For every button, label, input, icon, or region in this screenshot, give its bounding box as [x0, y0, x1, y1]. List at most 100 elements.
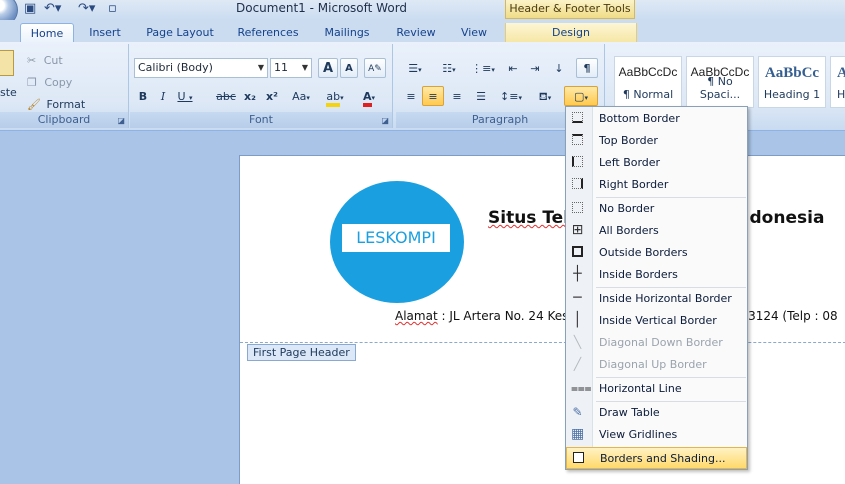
- justify-button[interactable]: ☰: [470, 86, 492, 106]
- chevron-down-icon: ▾: [306, 94, 310, 102]
- decrease-indent-button[interactable]: ⇤: [502, 58, 524, 78]
- text-highlight-button[interactable]: ab▾: [320, 86, 350, 107]
- copy-button[interactable]: ❐ Copy: [26, 72, 86, 92]
- superscript-button[interactable]: x²: [262, 86, 282, 106]
- numbering-icon: ☷: [442, 62, 453, 75]
- tab-design[interactable]: Design: [505, 23, 637, 42]
- menu-item-inside-horizontal-border[interactable]: ─ Inside Horizontal Border: [566, 288, 747, 310]
- tab-review[interactable]: Review: [390, 23, 442, 42]
- menu-item-left-border[interactable]: Left Border: [566, 152, 747, 174]
- dialog-launcher-icon[interactable]: ◪: [381, 116, 389, 125]
- shading-button[interactable]: ⛾▾: [530, 86, 560, 106]
- underline-button[interactable]: U ▾: [174, 86, 196, 106]
- multilevel-list-button[interactable]: ⋮≡▾: [468, 58, 498, 78]
- highlighter-icon: ab: [326, 91, 341, 107]
- font-name-combo[interactable]: Calibri (Body) ▼: [134, 58, 268, 78]
- grow-font-button[interactable]: A: [318, 58, 338, 78]
- sort-button[interactable]: ↓: [548, 58, 570, 78]
- clear-formatting-icon: A✎: [368, 64, 382, 74]
- align-right-icon: ≡: [452, 90, 462, 103]
- style-heading-1[interactable]: AaBbCc Heading 1: [758, 56, 826, 108]
- redo-icon[interactable]: ↷▾: [78, 1, 95, 17]
- tab-insert[interactable]: Insert: [80, 23, 130, 42]
- ribbon-tabs: Home Insert Page Layout References Maili…: [0, 20, 845, 43]
- bullets-button[interactable]: ☰▾: [400, 58, 430, 78]
- menu-item-no-border[interactable]: No Border: [566, 198, 747, 220]
- horizontal-line-icon: ⩶: [571, 381, 592, 395]
- font-group: Calibri (Body) ▼ 11 ▼ A A A✎ B I U ▾ abc x…: [130, 44, 393, 128]
- all-borders-icon: ⊞: [571, 222, 584, 238]
- bold-button[interactable]: B: [134, 86, 152, 106]
- chevron-down-icon: ▾: [452, 66, 456, 74]
- menu-item-right-border[interactable]: Right Border: [566, 174, 747, 196]
- menu-item-bottom-border[interactable]: Bottom Border: [566, 108, 747, 130]
- left-border-icon: [571, 156, 584, 169]
- menu-item-draw-table[interactable]: ✎ Draw Table: [566, 402, 747, 424]
- paste-icon[interactable]: [0, 50, 14, 76]
- contextual-tab-group-header-footer-tools: Header & Footer Tools: [505, 0, 635, 19]
- paintbrush-icon: 🖌: [27, 98, 41, 111]
- align-right-button[interactable]: ≡: [446, 86, 468, 106]
- menu-item-diagonal-up-border: ╱ Diagonal Up Border: [566, 354, 747, 376]
- tab-view[interactable]: View: [452, 23, 496, 42]
- customize-toolbar-icon[interactable]: ▫: [108, 1, 117, 17]
- chevron-down-icon: ▾: [584, 94, 588, 102]
- tab-page-layout[interactable]: Page Layout: [140, 23, 220, 42]
- borders-shading-icon: [572, 452, 585, 465]
- menu-item-view-gridlines[interactable]: ▦ View Gridlines: [566, 424, 747, 446]
- inside-vertical-border-icon: │: [573, 312, 582, 328]
- clipboard-group-label: Clipboard: [0, 112, 128, 128]
- change-case-button[interactable]: Aa▾: [286, 86, 316, 106]
- font-color-button[interactable]: A▾: [354, 86, 384, 107]
- menu-item-inside-borders[interactable]: ┼ Inside Borders: [566, 264, 747, 286]
- menu-item-all-borders[interactable]: ⊞ All Borders: [566, 220, 747, 242]
- bottom-border-icon: [571, 112, 584, 125]
- no-border-icon: [571, 202, 584, 215]
- clear-formatting-button[interactable]: A✎: [364, 58, 386, 78]
- undo-icon[interactable]: ↶▾: [44, 1, 61, 17]
- format-painter-button[interactable]: 🖌 Format Painter: [26, 94, 126, 131]
- style-normal[interactable]: AaBbCcDc ¶ Normal: [614, 56, 682, 108]
- dialog-launcher-icon[interactable]: ◪: [117, 116, 125, 125]
- outside-borders-icon: [571, 246, 584, 259]
- menu-item-inside-vertical-border[interactable]: │ Inside Vertical Border: [566, 310, 747, 332]
- tab-mailings[interactable]: Mailings: [316, 23, 378, 42]
- subscript-button[interactable]: x₂: [240, 86, 260, 106]
- numbering-button[interactable]: ☷▾: [434, 58, 464, 78]
- paste-button[interactable]: ste: [0, 86, 17, 99]
- font-color-icon: A: [362, 91, 372, 107]
- cut-button[interactable]: ✂ Cut: [26, 50, 86, 70]
- borders-button[interactable]: ▢▾: [564, 86, 598, 106]
- copy-icon: ❐: [27, 76, 37, 89]
- menu-item-diagonal-down-border: ╲ Diagonal Down Border: [566, 332, 747, 354]
- style-no-spacing[interactable]: AaBbCcDc ¶ No Spaci...: [686, 56, 754, 108]
- border-icon: ▢: [574, 90, 585, 103]
- italic-button[interactable]: I: [154, 86, 172, 106]
- multilevel-list-icon: ⋮≡: [471, 62, 492, 75]
- tab-home[interactable]: Home: [20, 23, 74, 43]
- pilcrow-icon: ¶: [583, 62, 591, 75]
- increase-indent-button[interactable]: ⇥: [524, 58, 546, 78]
- menu-item-horizontal-line[interactable]: ⩶ Horizontal Line: [566, 378, 747, 400]
- shrink-font-button[interactable]: A: [340, 58, 358, 78]
- bullets-icon: ☰: [408, 62, 419, 75]
- strikethrough-button[interactable]: abc: [214, 86, 238, 106]
- menu-item-top-border[interactable]: Top Border: [566, 130, 747, 152]
- font-size-combo[interactable]: 11 ▼: [270, 58, 312, 78]
- justify-icon: ☰: [476, 90, 486, 103]
- diagonal-up-border-icon: ╱: [573, 357, 582, 371]
- document-page[interactable]: LESKOMPI Situs Tek donesia Alamat : JL Ar…: [239, 155, 845, 484]
- chevron-down-icon: ▾: [491, 66, 495, 74]
- paint-bucket-icon: ⛾: [538, 90, 548, 103]
- show-hide-button[interactable]: ¶: [576, 58, 598, 78]
- center-button[interactable]: ≡: [422, 86, 444, 106]
- align-left-button[interactable]: ≡: [400, 86, 422, 106]
- style-heading-2[interactable]: A H: [830, 56, 845, 108]
- align-left-icon: ≡: [406, 90, 416, 103]
- increase-indent-icon: ⇥: [530, 62, 540, 75]
- line-spacing-button[interactable]: ↕≡▾: [496, 86, 526, 106]
- menu-item-borders-and-shading[interactable]: Borders and Shading...: [566, 447, 747, 469]
- save-icon[interactable]: ▣: [24, 1, 36, 17]
- menu-item-outside-borders[interactable]: Outside Borders: [566, 242, 747, 264]
- tab-references[interactable]: References: [232, 23, 304, 42]
